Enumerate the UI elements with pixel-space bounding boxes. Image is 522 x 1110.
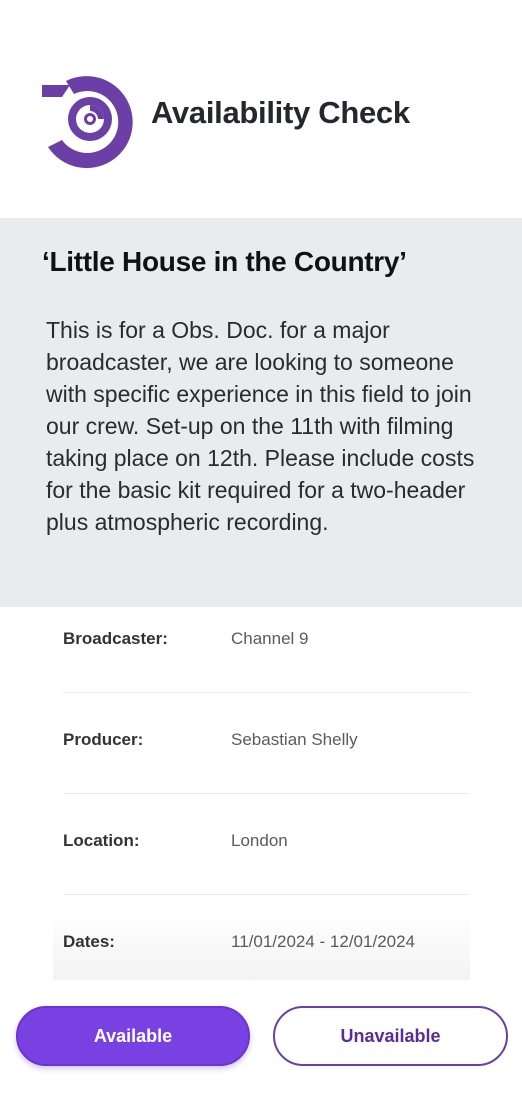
detail-label: Broadcaster: xyxy=(63,629,168,648)
detail-value: 11/01/2024 - 12/01/2024 xyxy=(231,932,416,951)
detail-row-dates: Dates: 11/01/2024 - 12/01/2024 xyxy=(63,910,470,1011)
brief-description: This is for a Obs. Doc. for a major broa… xyxy=(46,317,475,535)
unavailable-button[interactable]: Unavailable xyxy=(273,1006,508,1066)
disc-logo-icon xyxy=(42,76,133,169)
divider xyxy=(63,692,470,693)
divider xyxy=(63,894,470,895)
detail-value: Sebastian Shelly xyxy=(231,730,358,749)
detail-label: Producer: xyxy=(63,730,144,749)
app-header: Availability Check xyxy=(0,0,522,218)
details-list: Broadcaster: Channel 9 Producer: Sebasti… xyxy=(53,607,470,980)
detail-value: London xyxy=(231,831,288,850)
brief-panel: ‘Little House in the Country’ This is fo… xyxy=(0,218,522,607)
detail-label: Dates: xyxy=(63,932,115,951)
app-title: Availability Check xyxy=(151,95,410,130)
available-button[interactable]: Available xyxy=(16,1006,250,1066)
detail-value: Channel 9 xyxy=(231,629,309,648)
detail-label: Location: xyxy=(63,831,140,850)
divider xyxy=(63,793,470,794)
production-title: ‘Little House in the Country’ xyxy=(42,246,407,277)
